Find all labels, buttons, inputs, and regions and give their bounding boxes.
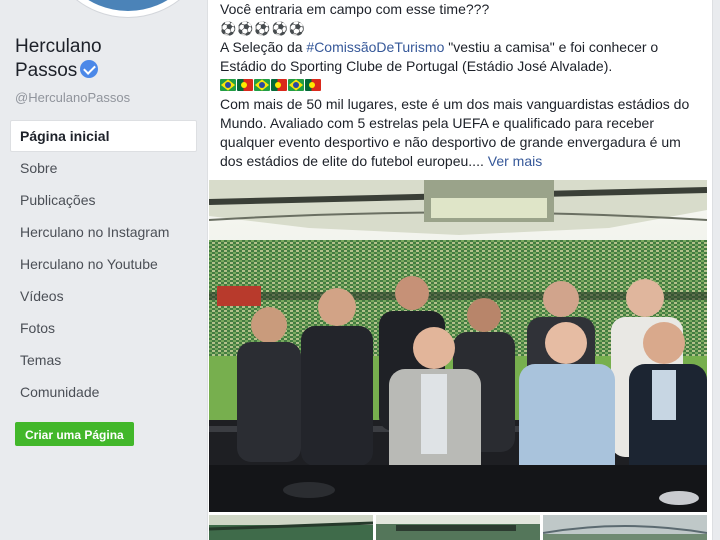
nav-item-topics[interactable]: Temas — [10, 344, 197, 376]
left-sidebar: Herculano Passos @HerculanoPassos Página… — [0, 0, 212, 540]
create-page-button[interactable]: Criar uma Página — [15, 422, 134, 446]
nav-item-instagram[interactable]: Herculano no Instagram — [10, 216, 197, 248]
hashtag-link[interactable]: #ComissãoDeTurismo — [306, 39, 444, 55]
post-paragraph-1: A Seleção da #ComissãoDeTurismo "vestiu … — [220, 38, 702, 76]
page-name-line2: Passos — [15, 60, 78, 81]
flag-icons — [220, 76, 702, 95]
right-gutter — [713, 0, 720, 540]
post-card: Você entraria em campo com esse time??? … — [207, 0, 713, 540]
brazil-flag-icon — [220, 79, 236, 91]
portugal-flag-icon — [305, 79, 321, 91]
portugal-flag-icon — [271, 79, 287, 91]
photo-thumbnail[interactable] — [209, 515, 373, 540]
profile-picture[interactable] — [44, 0, 212, 18]
post-photo[interactable] — [209, 180, 707, 512]
photo-thumbnail[interactable] — [376, 515, 540, 540]
nav-item-photos[interactable]: Fotos — [10, 312, 197, 344]
portugal-flag-icon — [237, 79, 253, 91]
page-handle[interactable]: @HerculanoPassos — [15, 90, 130, 105]
post-paragraph-1-prefix: A Seleção da — [220, 39, 307, 55]
nav-item-about[interactable]: Sobre — [10, 152, 197, 184]
verified-badge-icon — [80, 60, 99, 78]
post-paragraph-2: Com mais de 50 mil lugares, este é um do… — [220, 95, 702, 171]
avatar — [51, 0, 205, 11]
brazil-flag-icon — [288, 79, 304, 91]
page-name-line1: Herculano — [15, 36, 102, 57]
page-navigation: Página inicial Sobre Publicações Hercula… — [10, 120, 197, 408]
photo-thumbnails — [209, 515, 707, 540]
nav-item-posts[interactable]: Publicações — [10, 184, 197, 216]
page-title[interactable]: Herculano Passos — [15, 35, 200, 83]
photo-thumbnail[interactable] — [543, 515, 707, 540]
post-line-1: Você entraria em campo com esse time??? — [220, 1, 490, 17]
nav-item-youtube[interactable]: Herculano no Youtube — [10, 248, 197, 280]
post-paragraph-2-text: Com mais de 50 mil lugares, este é um do… — [220, 96, 690, 169]
brazil-flag-icon — [254, 79, 270, 91]
soccer-ball-icons: ⚽⚽⚽⚽⚽ — [220, 21, 306, 36]
nav-item-community[interactable]: Comunidade — [10, 376, 197, 408]
nav-item-videos[interactable]: Vídeos — [10, 280, 197, 312]
nav-item-home[interactable]: Página inicial — [10, 120, 197, 152]
post-text: Você entraria em campo com esse time??? … — [208, 0, 712, 171]
see-more-link[interactable]: Ver mais — [488, 153, 542, 169]
